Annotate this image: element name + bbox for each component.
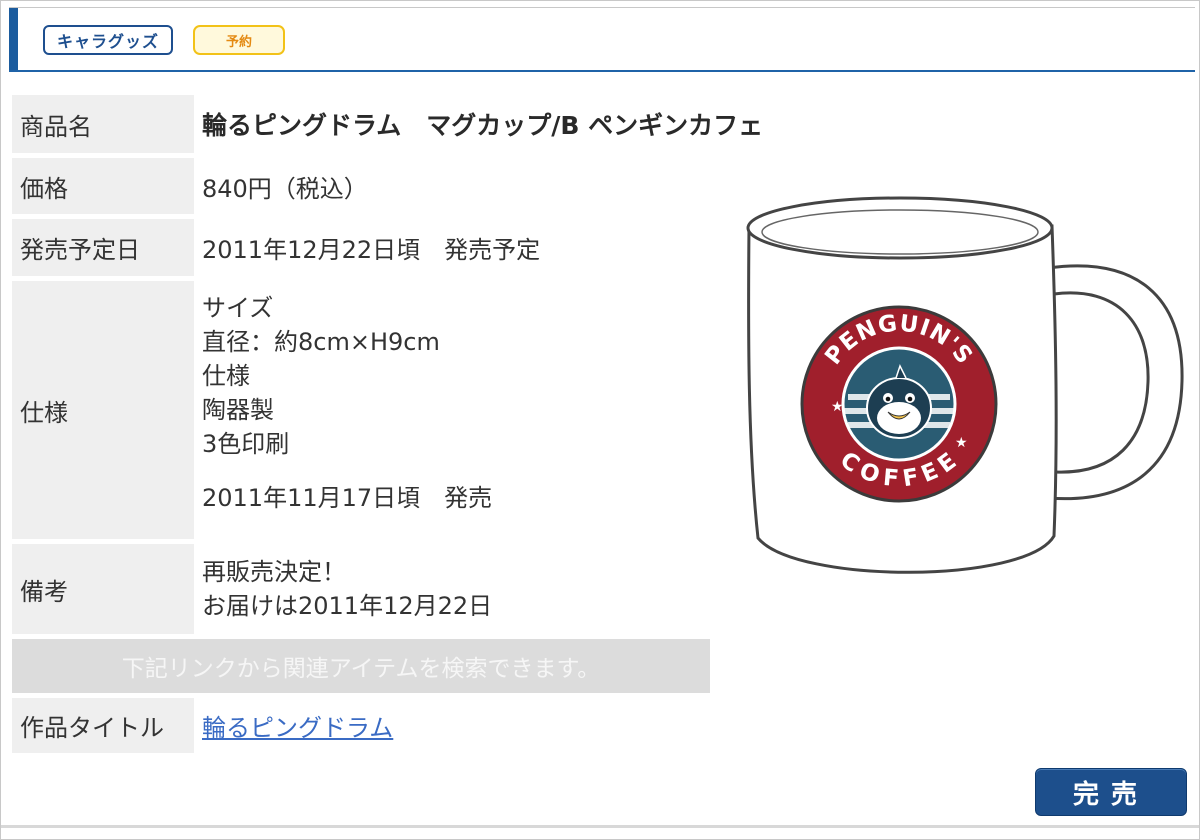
work-title-link[interactable]: 輪るピングドラム [202,708,393,743]
related-search-notice: 下記リンクから関連アイテムを検索できます。 [12,639,710,693]
label-work-title: 作品タイトル [12,698,194,753]
note-line: 再販売決定！ [202,558,346,586]
label-product-name: 商品名 [12,95,194,153]
category-badge: キャラグッズ [43,25,173,55]
mug-product-image: ★ ★ PENGUIN'S COFFEE [746,196,1184,574]
work-title-value: 輪るピングドラム [202,698,722,753]
row-spec: 仕様 サイズ 直径：約8cm×H9cm 仕様 陶器製 3色印刷 2011年11月… [12,281,722,539]
preorder-badge: 予約 [193,25,285,55]
spec-line: 2011年11月17日頃 発売 [202,484,493,512]
product-name: 輪るピングドラム マグカップ/B ペンギンカフェ [202,111,764,140]
header-accent [9,8,18,70]
spec-line: 直径：約8cm×H9cm [202,328,440,356]
spec-line: 陶器製 [202,396,274,424]
spec-line: 3色印刷 [202,430,290,458]
row-note: 備考 再販売決定！ お届けは2011年12月22日 [12,544,722,634]
label-note: 備考 [12,544,194,634]
note-line: お届けは2011年12月22日 [202,592,493,620]
bottom-divider [1,825,1199,828]
release-date-value: 2011年12月22日頃 発売予定 [202,236,541,264]
product-panel: キャラグッズ 予約 商品名 輪るピングドラム マグカップ/B ペンギンカフェ 価… [0,0,1200,840]
spec-line: 仕様 [202,362,250,390]
spec-line: サイズ [202,294,274,322]
spec-value: サイズ 直径：約8cm×H9cm 仕様 陶器製 3色印刷 2011年11月17日… [202,281,722,539]
note-value: 再販売決定！ お届けは2011年12月22日 [202,544,722,634]
penguins-coffee-logo: ★ ★ PENGUIN'S COFFEE [800,305,998,503]
sold-out-button[interactable]: 完売 [1035,768,1187,816]
label-price: 価格 [12,158,194,214]
row-release-date: 発売予定日 2011年12月22日頃 発売予定 [12,219,722,276]
row-price: 価格 840円（税込） [12,158,722,214]
row-product-name: 商品名 輪るピングドラム マグカップ/B ペンギンカフェ [12,95,1192,153]
row-work-title: 作品タイトル 輪るピングドラム [12,698,722,753]
svg-text:★: ★ [955,435,968,451]
price-value: 840円（税込） [202,174,368,203]
label-spec: 仕様 [12,281,194,539]
header-bar: キャラグッズ 予約 [9,7,1195,72]
svg-text:★: ★ [831,399,844,415]
label-release-date: 発売予定日 [12,219,194,276]
